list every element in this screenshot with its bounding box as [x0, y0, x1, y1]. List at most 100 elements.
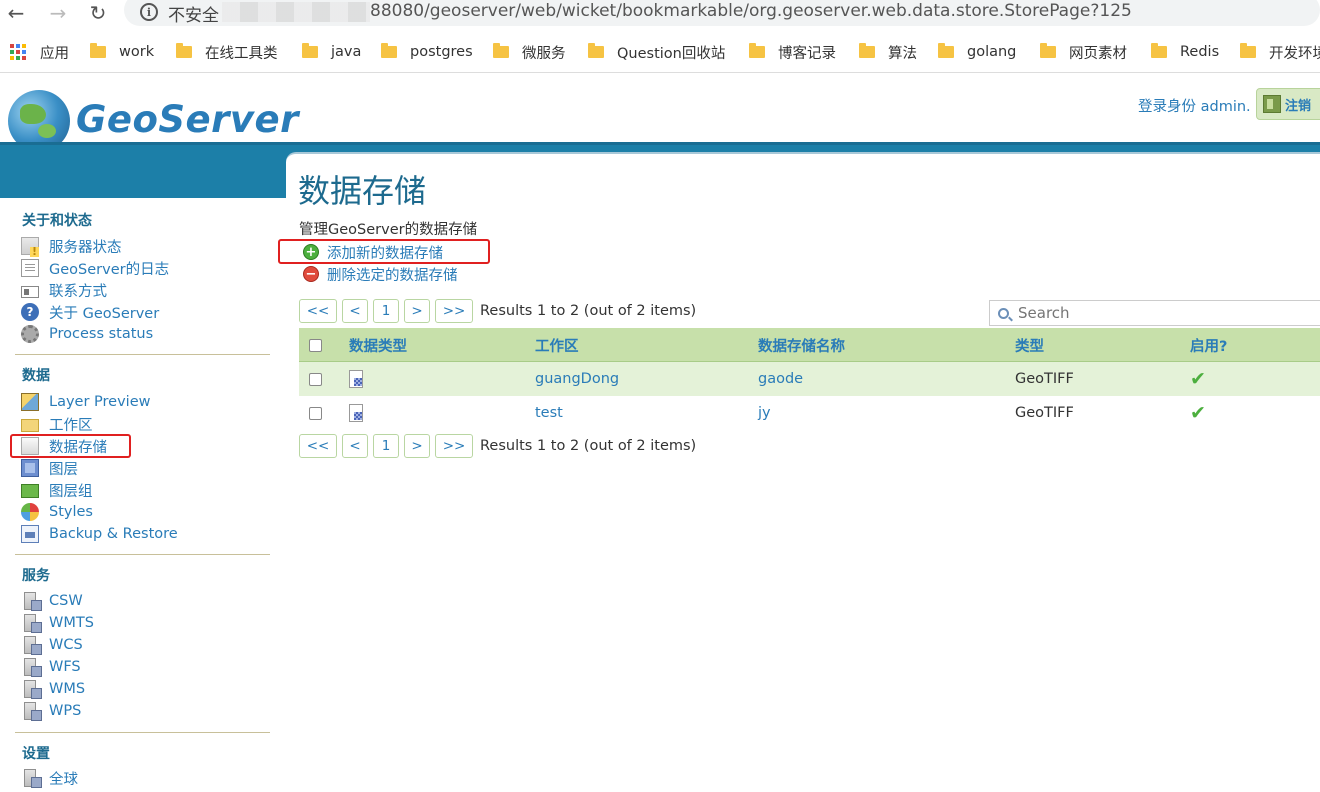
service-icon — [24, 614, 42, 633]
column-header-store-name[interactable]: 数据存储名称 — [758, 328, 845, 362]
url-text[interactable]: 88080/geoserver/web/wicket/bookmarkable/… — [370, 1, 1132, 21]
bookmark-folder[interactable]: 微服务 — [493, 42, 566, 62]
folder-icon — [1151, 43, 1167, 58]
next-page-button[interactable]: > — [404, 434, 430, 458]
bookmark-folder[interactable]: golang — [938, 42, 1016, 62]
bookmark-folder[interactable]: java — [302, 42, 361, 62]
sidebar-item-logs[interactable]: GeoServer的日志 — [21, 258, 169, 278]
sidebar-divider — [15, 354, 270, 355]
prev-page-button[interactable]: < — [342, 434, 368, 458]
sidebar-item-contact[interactable]: 联系方式 — [21, 280, 107, 300]
sidebar-item-label: Styles — [49, 504, 93, 520]
row-checkbox[interactable] — [309, 406, 322, 420]
bookmark-folder[interactable]: Question回收站 — [588, 42, 725, 62]
enabled-cell: ✔ — [1190, 396, 1206, 430]
last-page-button[interactable]: >> — [435, 299, 473, 323]
section-settings: 设置 — [22, 746, 50, 762]
type-cell — [349, 362, 363, 396]
column-header-workspace[interactable]: 工作区 — [535, 328, 579, 362]
workspace-link[interactable]: guangDong — [535, 362, 619, 396]
folder-icon — [1240, 43, 1256, 58]
bookmark-folder[interactable]: 网页素材 — [1040, 42, 1127, 62]
checkmark-icon: ✔ — [1190, 368, 1206, 390]
page-number-button[interactable]: 1 — [373, 434, 399, 458]
bookmark-folder[interactable]: work — [90, 42, 154, 62]
table-row: test jy GeoTIFF ✔ — [299, 396, 1320, 430]
info-icon[interactable]: i — [140, 3, 158, 21]
back-arrow-icon[interactable]: ← — [2, 0, 30, 26]
section-services: 服务 — [22, 568, 50, 584]
sidebar-item-styles[interactable]: Styles — [21, 502, 93, 522]
workspace-link[interactable]: test — [535, 396, 563, 430]
reload-icon[interactable]: ↻ — [84, 0, 112, 26]
sidebar-item-global[interactable]: 全球 — [21, 768, 78, 788]
bookmark-label: java — [331, 44, 362, 60]
bookmark-label: 网页素材 — [1069, 45, 1127, 62]
sidebar-item-process-status[interactable]: Process status — [21, 324, 153, 344]
sidebar-item-layer-groups[interactable]: 图层组 — [21, 480, 93, 500]
folder-icon — [493, 43, 509, 58]
store-name-link[interactable]: gaode — [758, 362, 803, 396]
geoserver-logo[interactable]: GeoServer — [76, 98, 299, 141]
sidebar-item-server-status[interactable]: 服务器状态 — [21, 236, 122, 257]
sidebar-item-wms[interactable]: WMS — [21, 679, 85, 699]
bookmark-folder[interactable]: 开发环境 — [1240, 42, 1320, 62]
first-page-button[interactable]: << — [299, 434, 337, 458]
bookmark-label: golang — [967, 44, 1017, 60]
folder-icon — [1040, 43, 1056, 58]
bookmark-folder[interactable]: postgres — [381, 42, 473, 62]
prev-page-button[interactable]: < — [342, 299, 368, 323]
search-icon — [998, 307, 1009, 319]
select-all-cell — [309, 328, 322, 362]
sidebar-item-label: Layer Preview — [49, 394, 151, 410]
sidebar-item-csw[interactable]: CSW — [21, 591, 83, 611]
first-page-button[interactable]: << — [299, 299, 337, 323]
bookmark-folder[interactable]: 算法 — [859, 42, 917, 62]
page-title: 数据存储 — [298, 172, 427, 210]
service-icon — [24, 592, 42, 611]
server-status-icon — [21, 237, 39, 257]
column-header-type[interactable]: 数据类型 — [349, 328, 407, 362]
sidebar-item-label: WCS — [49, 637, 83, 653]
sidebar-item-wcs[interactable]: WCS — [21, 635, 83, 655]
bookmark-folder[interactable]: Redis — [1151, 42, 1219, 62]
logout-button[interactable]: 注销 — [1256, 88, 1320, 120]
column-header-enabled[interactable]: 启用? — [1190, 328, 1227, 362]
gear-icon — [21, 325, 39, 343]
sidebar-item-label: WFS — [49, 659, 81, 675]
raster-store-icon — [349, 404, 363, 422]
page-number-button[interactable]: 1 — [373, 299, 399, 323]
sidebar-item-backup-restore[interactable]: Backup & Restore — [21, 524, 178, 544]
store-type-cell: GeoTIFF — [1015, 405, 1074, 421]
sidebar-item-layers[interactable]: 图层 — [21, 458, 78, 478]
folder-icon — [302, 43, 318, 58]
sidebar-item-about[interactable]: ? 关于 GeoServer — [21, 302, 159, 322]
remove-store-button[interactable]: − 删除选定的数据存储 — [303, 264, 458, 284]
sidebar-item-label: Process status — [49, 326, 154, 342]
bookmark-apps[interactable]: 应用 — [10, 42, 69, 62]
search-input[interactable] — [1018, 304, 1308, 322]
pager-bottom: << < 1 > >> Results 1 to 2 (out of 2 ite… — [299, 433, 696, 459]
search-box[interactable] — [989, 300, 1320, 326]
bookmark-folder[interactable]: 博客记录 — [749, 42, 836, 62]
apps-grid-icon — [10, 44, 26, 60]
last-page-button[interactable]: >> — [435, 434, 473, 458]
store-name-link[interactable]: jy — [758, 396, 771, 430]
sidebar-item-wmts[interactable]: WMTS — [21, 613, 94, 633]
login-info: 登录身份 admin. — [1138, 99, 1251, 115]
enabled-cell: ✔ — [1190, 362, 1206, 396]
sidebar-item-layer-preview[interactable]: Layer Preview — [21, 392, 150, 412]
next-page-button[interactable]: > — [404, 299, 430, 323]
sidebar-item-workspaces[interactable]: 工作区 — [21, 414, 93, 434]
sidebar-item-label: 图层 — [49, 461, 78, 478]
minus-icon: − — [303, 266, 319, 282]
results-count: Results 1 to 2 (out of 2 items) — [480, 303, 697, 319]
sidebar-item-wps[interactable]: WPS — [21, 701, 81, 721]
select-all-checkbox[interactable] — [309, 338, 322, 352]
sidebar-item-wfs[interactable]: WFS — [21, 657, 81, 677]
bookmark-folder[interactable]: 在线工具类 — [176, 42, 278, 62]
row-checkbox[interactable] — [309, 372, 322, 386]
column-header-store-type[interactable]: 类型 — [1015, 328, 1044, 362]
forward-arrow-icon[interactable]: → — [44, 0, 72, 26]
folder-icon — [859, 43, 875, 58]
